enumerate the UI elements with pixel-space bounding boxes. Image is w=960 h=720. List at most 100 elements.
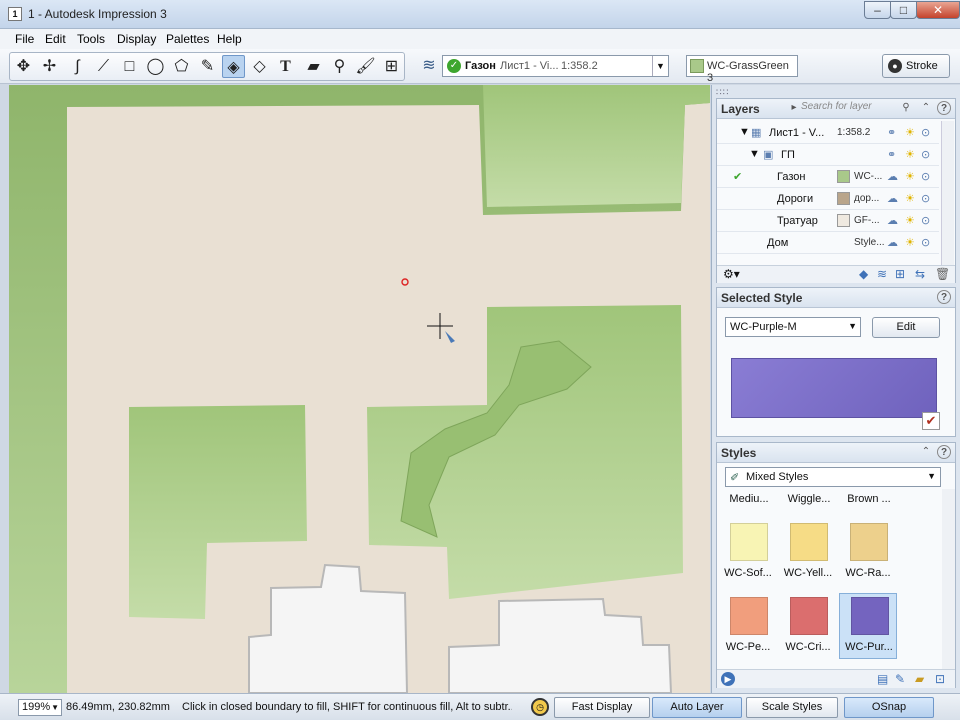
ellipse-icon[interactable]: ◯: [144, 55, 167, 78]
lock-icon[interactable]: ⊙: [921, 236, 930, 249]
style-item-raw[interactable]: WC-Ra...: [839, 523, 897, 585]
stroke-fill-icon[interactable]: ☁: [887, 236, 898, 249]
lightbulb-icon[interactable]: ☀: [905, 214, 915, 227]
style-item-crimson[interactable]: WC-Cri...: [779, 597, 837, 659]
lock-icon[interactable]: ⊙: [921, 192, 930, 205]
selected-style-combo[interactable]: WC-Purple-M ▼: [725, 317, 861, 337]
styles-library-combo[interactable]: ✐ Mixed Styles ▼: [725, 467, 941, 487]
style-tools-icon[interactable]: ⊡: [935, 672, 945, 686]
eraser-icon[interactable]: ▰: [302, 55, 325, 78]
stroke-button[interactable]: ● Stroke: [882, 54, 950, 78]
maximize-button[interactable]: □: [890, 1, 917, 19]
style-item-soft[interactable]: WC-Sof...: [719, 523, 777, 585]
close-button[interactable]: ✕: [916, 1, 960, 19]
lock-icon[interactable]: ⊙: [921, 148, 930, 161]
style-item-peach[interactable]: WC-Pe...: [719, 597, 777, 659]
tree-expand-icon[interactable]: ▼: [749, 148, 760, 160]
osnap-button[interactable]: OSnap: [844, 697, 934, 718]
brush-icon[interactable]: 🖌: [354, 55, 377, 78]
menu-display[interactable]: Display: [117, 32, 156, 46]
folder-icon[interactable]: ▰: [915, 672, 924, 686]
layer-stack-icon[interactable]: ≋: [418, 55, 440, 77]
layer-row-dorogi[interactable]: Дороги дор... ☁ ☀ ⊙: [717, 188, 939, 210]
menu-palettes[interactable]: Palettes: [166, 32, 209, 46]
current-style-box[interactable]: WC-GrassGreen 3: [686, 55, 798, 84]
search-icon[interactable]: ⚲: [899, 101, 913, 115]
lightbulb-icon[interactable]: ☀: [905, 236, 915, 249]
layer-row-gp[interactable]: ▼ ▣ ГП ⚭ ☀ ⊙: [717, 144, 939, 166]
zoom-icon[interactable]: ⚲: [328, 55, 351, 78]
rectangle-icon[interactable]: □: [118, 55, 141, 78]
menu-file[interactable]: File: [15, 32, 34, 46]
layer-row-gazon[interactable]: ✔ Газон WC-... ☁ ☀ ⊙: [717, 166, 939, 188]
layer-row-trotuar[interactable]: Тратуар GF-... ☁ ☀ ⊙: [717, 210, 939, 232]
menu-edit[interactable]: Edit: [45, 32, 66, 46]
delete-layer-icon[interactable]: 🗑: [935, 267, 950, 281]
expand-arrow-icon[interactable]: ▸: [787, 101, 801, 115]
new-style-icon[interactable]: ✎: [895, 672, 905, 686]
chevron-down-icon[interactable]: ▼: [848, 321, 857, 331]
select-arrow-icon[interactable]: ✥: [12, 55, 35, 78]
fill-cross-icon[interactable]: ◇: [248, 55, 271, 78]
layer-stack-icon[interactable]: ≋: [877, 267, 887, 281]
line-icon[interactable]: ⟋: [92, 55, 115, 78]
style-item-purple[interactable]: WC-Pur...: [839, 593, 897, 659]
play-icon[interactable]: ▶: [721, 672, 735, 686]
collapse-icon[interactable]: ⌃: [919, 101, 933, 115]
stroke-fill-icon[interactable]: ☁: [887, 192, 898, 205]
lightbulb-icon[interactable]: ☀: [905, 148, 915, 161]
fast-display-button[interactable]: Fast Display: [554, 697, 650, 718]
grip-handle-icon[interactable]: ∷∷: [716, 87, 729, 98]
polygon-icon[interactable]: ⬠: [170, 55, 193, 78]
help-icon[interactable]: ?: [937, 290, 951, 304]
align-icon[interactable]: ⊞: [380, 55, 403, 78]
save-style-icon[interactable]: ▤: [877, 672, 888, 686]
layers-scrollbar[interactable]: [941, 121, 954, 265]
lightbulb-icon[interactable]: ☀: [905, 192, 915, 205]
apply-check-icon[interactable]: ✔: [922, 412, 940, 430]
layer-row-sheet[interactable]: ▼ ▦ Лист1 - V... 1:358.2 ⚭ ☀ ⊙: [717, 122, 939, 144]
scale-styles-button[interactable]: Scale Styles: [746, 697, 838, 718]
edit-style-button[interactable]: Edit: [872, 317, 940, 338]
paint-bucket-icon[interactable]: ◈: [222, 55, 245, 78]
stroke-fill-icon[interactable]: ☁: [887, 214, 898, 227]
chevron-down-icon[interactable]: ▼: [51, 700, 59, 715]
auto-layer-button[interactable]: Auto Layer: [652, 697, 742, 718]
clock-icon[interactable]: ◷: [531, 698, 549, 716]
freehand-curve-icon[interactable]: ∫: [66, 55, 89, 78]
style-label-top[interactable]: Brown ...: [839, 493, 899, 505]
chevron-down-icon[interactable]: ▼: [927, 471, 936, 481]
lock-icon[interactable]: ⊙: [921, 170, 930, 183]
lightbulb-icon[interactable]: ☀: [905, 170, 915, 183]
active-layer-combo[interactable]: ✓ Газон Лист1 - Vi... 1:358.2 ▼: [442, 55, 669, 77]
text-icon[interactable]: T: [274, 55, 297, 78]
move-layer-icon[interactable]: ⇆: [915, 267, 925, 281]
new-layer-icon[interactable]: ◆: [859, 267, 868, 281]
collapse-icon[interactable]: ⌃: [919, 445, 933, 459]
help-icon[interactable]: ?: [937, 445, 951, 459]
share-icon[interactable]: ⚭: [887, 148, 896, 161]
style-label-top[interactable]: Mediu...: [719, 493, 779, 505]
lock-icon[interactable]: ⊙: [921, 126, 930, 139]
minimize-button[interactable]: –: [864, 1, 891, 19]
node-edit-icon[interactable]: ✢: [38, 55, 61, 78]
style-item-yellow[interactable]: WC-Yell...: [779, 523, 837, 585]
stroke-fill-icon[interactable]: ☁: [887, 170, 898, 183]
style-label-top[interactable]: Wiggle...: [779, 493, 839, 505]
lightbulb-icon[interactable]: ☀: [905, 126, 915, 139]
menu-tools[interactable]: Tools: [77, 32, 105, 46]
pen-icon[interactable]: ✎: [196, 55, 219, 78]
help-icon[interactable]: ?: [937, 101, 951, 115]
layer-row-dom[interactable]: Дом Style... ☁ ☀ ⊙: [717, 232, 939, 254]
tree-expand-icon[interactable]: ▼: [739, 126, 750, 138]
chevron-down-icon[interactable]: ▼: [652, 56, 668, 76]
drawing-canvas[interactable]: [9, 85, 710, 693]
layer-search-input[interactable]: Search for layer: [801, 101, 901, 112]
layer-grid-icon[interactable]: ⊞: [895, 267, 905, 281]
lock-icon[interactable]: ⊙: [921, 214, 930, 227]
zoom-combo[interactable]: 199% ▼: [18, 699, 62, 716]
layer-options-icon[interactable]: ⚙▾: [723, 267, 740, 281]
menu-help[interactable]: Help: [217, 32, 242, 46]
share-icon[interactable]: ⚭: [887, 126, 896, 139]
app-icon[interactable]: 1: [8, 7, 22, 21]
